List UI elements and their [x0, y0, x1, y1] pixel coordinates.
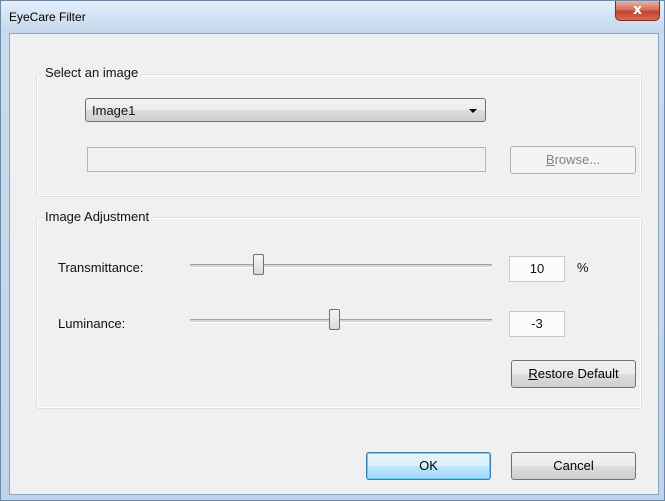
transmittance-value[interactable]: 10	[509, 256, 565, 282]
transmittance-label: Transmittance:	[58, 260, 144, 275]
transmittance-unit: %	[577, 260, 589, 275]
close-icon: x	[632, 2, 643, 18]
luminance-value[interactable]: -3	[509, 311, 565, 337]
window-title: EyeCare Filter	[9, 10, 86, 24]
transmittance-slider-thumb[interactable]	[253, 254, 265, 275]
browse-label: rowse...	[554, 152, 601, 167]
restore-label: estore Default	[537, 366, 619, 381]
close-button[interactable]: x	[615, 1, 660, 21]
restore-accel: R	[528, 366, 538, 381]
luminance-slider[interactable]	[190, 306, 492, 336]
select-image-group-title: Select an image	[42, 65, 142, 80]
browse-button[interactable]: Browse...	[510, 146, 636, 174]
luminance-slider-thumb[interactable]	[328, 309, 340, 330]
transmittance-slider-track	[190, 264, 492, 268]
image-adjustment-group-title: Image Adjustment	[42, 209, 153, 224]
title-bar: EyeCare Filter x	[1, 1, 664, 33]
image-select-dropdown[interactable]: Image1	[85, 98, 486, 122]
transmittance-slider[interactable]	[190, 251, 492, 281]
dialog-body: Select an image Image1 Browse... Image A…	[9, 33, 659, 495]
luminance-slider-track	[190, 319, 492, 323]
luminance-label: Luminance:	[58, 316, 126, 331]
dialog-window: EyeCare Filter x Select an image Image1 …	[0, 0, 665, 501]
select-image-group	[36, 74, 642, 197]
image-path-field	[87, 147, 486, 172]
restore-default-button[interactable]: Restore Default	[511, 360, 636, 388]
chevron-down-icon	[469, 109, 477, 113]
ok-button[interactable]: OK	[366, 452, 491, 480]
browse-accel: B	[545, 152, 555, 167]
image-select-value: Image1	[92, 103, 136, 118]
cancel-button[interactable]: Cancel	[511, 452, 636, 480]
